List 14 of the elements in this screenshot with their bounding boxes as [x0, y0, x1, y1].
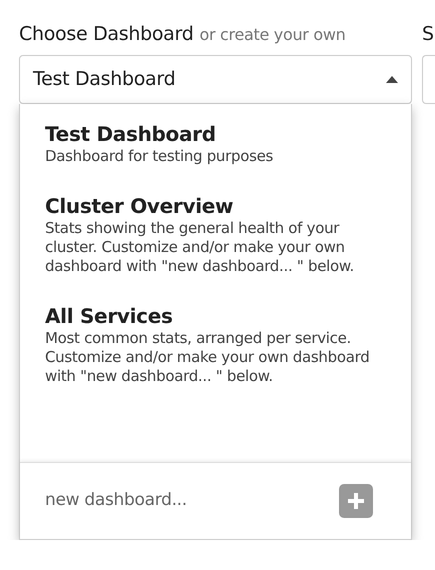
- input-field[interactable]: [422, 55, 435, 104]
- field-label: S: [422, 22, 434, 47]
- option-description: Dashboard for testing purposes: [45, 147, 274, 166]
- dashboard-select[interactable]: Test Dashboard: [19, 55, 412, 104]
- option-title[interactable]: Test Dashboard: [45, 121, 386, 147]
- option-title[interactable]: Cluster Overview: [45, 193, 386, 219]
- field-label: Choose Dashboard: [19, 22, 194, 47]
- plus-icon: [346, 491, 366, 511]
- option-description: Most common stats, arranged per service. Customize and/or make your own dashboard with "new dashboard... " below.: [45, 329, 370, 386]
- new-dashboard-field[interactable]: new dashboard...: [45, 488, 305, 514]
- option-title[interactable]: All Services: [45, 303, 386, 329]
- field-hint: or create your own: [199, 24, 346, 46]
- option-description: Stats showing the general health of your cluster. Customize and/or make your own dashboard with "new dashboard... " below.: [45, 219, 355, 276]
- add-button[interactable]: [339, 484, 373, 518]
